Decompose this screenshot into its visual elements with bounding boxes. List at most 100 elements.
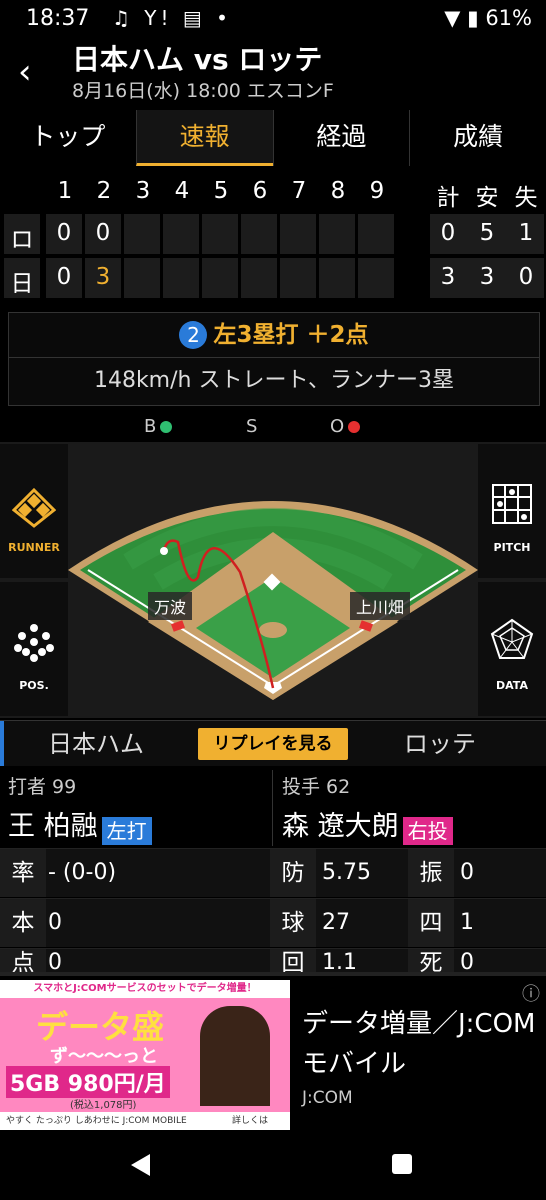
game-title: 日本ハム vs ロッテ [72, 43, 323, 76]
position-button[interactable]: POS. [0, 582, 68, 716]
stat-row: 点 0 回 1.1 死 0 [0, 948, 546, 973]
tab-progress[interactable]: 経過 [272, 110, 410, 166]
ball-landing-point [160, 547, 168, 555]
stat-value: 5.75 [322, 860, 371, 885]
ad-headline[interactable]: データ増量／J:COMモバイル [302, 1004, 538, 1084]
batter-role: 打者 99 [8, 776, 77, 798]
stat-key: 率 [0, 849, 46, 897]
pitch-button[interactable]: PITCH [478, 444, 546, 578]
tab-stats[interactable]: 成績 [409, 110, 546, 166]
stat-value: 1 [460, 910, 474, 935]
inning-header: 7 [291, 178, 307, 204]
status-time: 18:37 [26, 6, 90, 31]
baseball-field-diagram [68, 501, 478, 700]
stat-value: 0 [48, 910, 62, 935]
stat-value: 0 [460, 950, 474, 973]
batter-hand-tag: 左打 [101, 816, 152, 845]
stat-key: 死 [408, 949, 454, 973]
wifi-icon: ▼ [444, 6, 461, 30]
team-color-bar [0, 721, 4, 767]
play-result-row: 2 左3塁打 ＋2点 [9, 313, 539, 358]
tab-top[interactable]: トップ [0, 110, 136, 166]
runner-button[interactable]: RUNNER [0, 444, 68, 578]
pitcher-hand-tag: 右投 [402, 816, 453, 845]
inning-header: 4 [174, 178, 190, 204]
score-cell: 0 [56, 220, 72, 246]
replay-button[interactable]: リプレイを見る [198, 728, 348, 760]
stat-key: 振 [408, 849, 454, 897]
play-result-text: 左3塁打 ＋2点 [213, 322, 369, 348]
notification-icons: ♫ Y! ▤ • [112, 6, 232, 30]
total-errors: 1 [518, 220, 534, 246]
batter-info[interactable]: 王 柏融 左打 [8, 804, 152, 845]
system-navigation-bar [0, 1130, 546, 1200]
battery-icon: ▮ [467, 6, 479, 30]
inning-header: 6 [252, 178, 268, 204]
divider [272, 770, 273, 846]
game-header: ‹ 日本ハム vs ロッテ 8月16日(水) 18:00 エスコンF [0, 40, 546, 106]
scoreboard[interactable]: 1 2 3 4 5 6 7 8 9 計 安 失 ロ 0 0 0 5 1 日 0 … [0, 170, 546, 300]
pitcher-name: 森 遼大朗 [282, 811, 399, 842]
position-icon [14, 624, 54, 662]
strike-count: S [246, 416, 257, 437]
inning-header: 2 [96, 178, 112, 204]
ad-more-link[interactable]: 詳しくは [232, 1112, 268, 1130]
total-runs: 3 [440, 264, 456, 290]
ad-banner-top: スマホとJ:COMサービスのセットでデータ増量！ [0, 980, 290, 998]
ad-tax-note: (税込1,078円) [70, 1100, 137, 1111]
score-cell-current: 3 [95, 264, 111, 290]
ad-person-figure [200, 1006, 270, 1106]
strike-label: S [246, 416, 258, 437]
ball-dot-icon [160, 421, 173, 433]
total-runs-header: 計 [436, 185, 460, 211]
field-area: RUNNER POS. PITCH DATA 万波 上川畑 [0, 442, 546, 718]
ad-source: J:COM [302, 1088, 353, 1108]
ad-image[interactable]: スマホとJ:COMサービスのセットでデータ増量！ データ盛 ず〜〜〜っと 5GB… [0, 980, 290, 1130]
radar-chart-icon [490, 618, 534, 659]
nav-recents-icon[interactable] [390, 1152, 414, 1176]
ad-info-icon[interactable]: ⓘ [522, 980, 540, 1006]
play-number-badge: 2 [179, 321, 208, 349]
inning-header: 1 [57, 178, 73, 204]
runner-label: RUNNER [8, 541, 60, 554]
tab-live[interactable]: 速報 [135, 110, 273, 166]
away-team-name: ロッテ [404, 730, 476, 758]
home-team-name: 日本ハム [48, 730, 144, 758]
battery-percent: 61% [485, 6, 532, 30]
matchup-panel: 打者 99 王 柏融 左打 投手 62 森 遼大朗 右投 [0, 766, 546, 848]
score-cell: 0 [56, 264, 72, 290]
pitch-grid-icon [492, 484, 532, 524]
total-errors: 0 [518, 264, 534, 290]
battery-indicator: ▼ ▮ 61% [444, 6, 532, 30]
game-subtitle: 8月16日(水) 18:00 エスコンF [72, 80, 334, 102]
stat-key: 本 [0, 899, 46, 947]
team-label-nipponham: 日 [10, 271, 34, 297]
teams-bar: 日本ハム リプレイを見る ロッテ [0, 720, 546, 767]
total-errors-header: 失 [514, 185, 538, 211]
advertisement[interactable]: スマホとJ:COMサービスのセットでデータ増量！ データ盛 ず〜〜〜っと 5GB… [0, 972, 546, 1134]
play-result-card: 2 左3塁打 ＋2点 148km/h ストレート、ランナー3塁 [8, 312, 540, 406]
out-label: O [330, 416, 345, 437]
stat-value: 1.1 [322, 950, 357, 973]
play-detail-text: 148km/h ストレート、ランナー3塁 [93, 368, 455, 393]
out-count: O [330, 416, 361, 437]
total-runs: 0 [440, 220, 456, 246]
fielder-label-first: 上川畑 [350, 592, 411, 620]
ball-label: B [144, 416, 157, 437]
back-arrow-icon[interactable]: ‹ [18, 54, 32, 90]
pitcher-info[interactable]: 森 遼大朗 右投 [282, 804, 453, 845]
total-hits: 3 [479, 264, 495, 290]
stat-value: 0 [48, 950, 62, 973]
team-label-lotte: ロ [10, 227, 34, 253]
nav-back-icon[interactable] [128, 1152, 154, 1178]
data-button[interactable]: DATA [478, 582, 546, 716]
inning-header: 8 [330, 178, 346, 204]
stat-key: 回 [270, 949, 316, 973]
stat-value: - (0-0) [48, 860, 117, 885]
stat-key: 四 [408, 899, 454, 947]
ad-slogan: ず〜〜〜っと [50, 1046, 158, 1067]
total-hits-header: 安 [475, 185, 499, 211]
stat-value: 27 [322, 910, 350, 935]
inning-header: 5 [213, 178, 229, 204]
pitch-label: PITCH [493, 541, 531, 554]
